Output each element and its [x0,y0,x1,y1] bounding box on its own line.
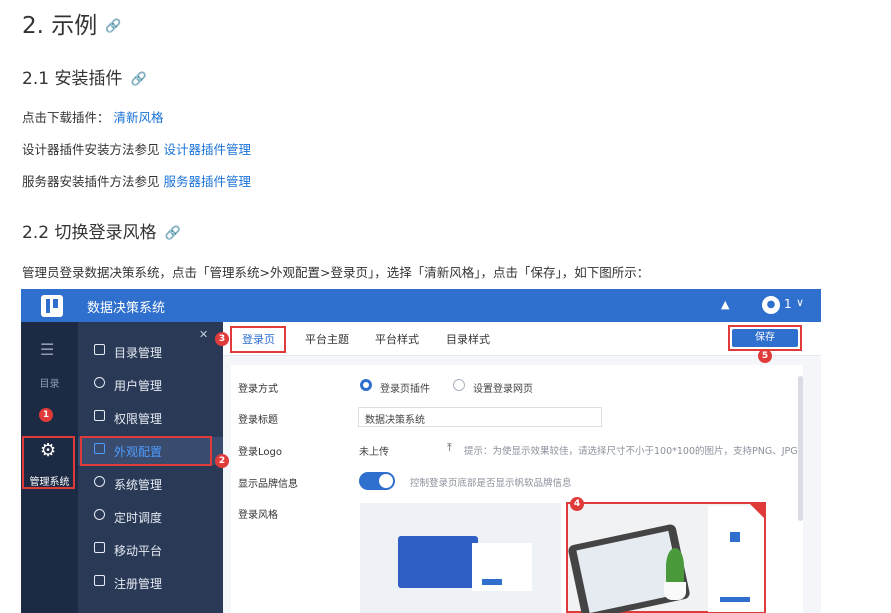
step-badge-1: 1 [39,408,53,422]
style-thumbnail-default[interactable] [360,503,561,613]
link-icon[interactable]: 🔗 [164,226,180,241]
nav-item-schedule[interactable]: 定时调度 [78,503,223,531]
option-web-label[interactable]: 设置登录网页 [473,380,533,395]
style-label: 登录风格 [238,510,278,521]
server-plugin-link[interactable]: 服务器插件管理 [164,174,252,189]
nav-label: 系统管理 [114,478,163,492]
catalog-label[interactable]: 目录 [21,375,78,390]
admin-nav: 目录管理 用户管理 权限管理 外观配置 系统管理 定时调度 移动平台 注册管理 … [78,322,229,613]
tab-catalog-style[interactable]: 目录样式 [446,331,490,347]
nav-item-appearance[interactable]: 外观配置 [78,436,223,466]
app-title: 数据决策系统 [87,301,166,316]
highlight-box-admin [22,436,75,489]
section-heading-text: 2. 示例 [22,13,98,39]
switch-heading: 2.2 切换登录风格 🔗 [22,218,181,243]
logo-hint: 提示：为使显示效果较佳，请选择尺寸不小于100*100的图片，支持PNG、JPG [464,446,798,457]
login-title-label: 登录标题 [238,415,278,426]
radio-plugin[interactable] [360,379,372,391]
login-form-preview [472,543,532,591]
step-badge-4: 4 [570,497,584,511]
instruction-paragraph: 管理员登录数据决策系统，点击「管理系统>外观配置>登录页」，选择「清新风格」，点… [22,265,650,280]
login-title-input[interactable]: 数据决策系统 [358,407,602,427]
radio-web[interactable] [453,379,465,391]
server-paragraph: 服务器安装插件方法参见 服务器插件管理 [22,171,251,190]
mobile-icon [94,542,105,553]
pin-icon[interactable]: ✕ [199,328,208,341]
step-badge-2: 2 [215,454,229,468]
step-badge-5: 5 [758,349,772,363]
selected-check-icon [750,504,764,518]
install-heading: 2.1 安装插件 🔗 [22,64,147,89]
upload-icon[interactable]: ⤒ [447,441,452,455]
section-heading: 2. 示例 🔗 [22,6,121,40]
login-button-preview [482,579,502,585]
config-tabs: 登录页 平台主题 平台样式 目录样式 3 保存 5 [215,322,821,363]
brand-toggle[interactable] [359,472,395,490]
designer-prefix: 设计器插件安装方法参见 [22,142,160,157]
nav-label: 定时调度 [114,511,163,525]
panel-scrollbar[interactable] [798,376,803,521]
link-icon[interactable]: 🔗 [105,19,121,34]
brand-label: 显示品牌信息 [238,479,298,490]
logo-label: 登录Logo [238,447,282,458]
nav-label: 移动平台 [114,544,163,558]
register-icon [94,575,105,586]
clock-icon [94,509,105,520]
highlight-box-save [728,325,802,351]
login-mode-label: 登录方式 [238,384,278,395]
bell-icon[interactable]: ▲ [721,298,729,311]
plant-image [666,548,684,584]
tab-platform-theme[interactable]: 平台主题 [305,331,349,347]
user-icon [94,377,105,388]
nav-item-registration[interactable]: 注册管理 [78,569,223,597]
tab-platform-style[interactable]: 平台样式 [375,331,419,347]
style-thumbnail-fresh[interactable] [566,502,766,613]
nav-label: 用户管理 [114,379,163,393]
app-leftbar: ☰ 目录 ⚙ 管理系统 1 [21,322,78,613]
tablet-image [398,536,478,588]
link-icon[interactable]: 🔗 [130,72,146,87]
server-prefix: 服务器安装插件方法参见 [22,174,160,189]
download-link[interactable]: 清新风格 [114,110,164,125]
gear-icon [94,476,105,487]
embedded-screenshot: 数据决策系统 ▲ ● 1 ∨ ☰ 目录 ⚙ 管理系统 1 目录管理 用户管理 权… [21,289,821,613]
catalog-icon [94,344,105,355]
highlight-box-appearance [80,436,212,466]
nav-label: 目录管理 [114,346,163,360]
logo-value: 未上传 [359,447,389,458]
nav-item-mobile[interactable]: 移动平台 [78,536,223,564]
step-badge-3: 3 [215,332,229,346]
lock-icon [94,410,105,421]
nav-item-permissions[interactable]: 权限管理 [78,404,223,432]
nav-item-catalog[interactable]: 目录管理 [78,338,223,366]
user-avatar-icon[interactable]: ● [762,296,780,314]
switch-heading-text: 2.2 切换登录风格 [22,223,157,243]
download-paragraph: 点击下载插件： 清新风格 [22,107,164,126]
nav-item-system[interactable]: 系统管理 [78,470,223,498]
download-prefix: 点击下载插件： [22,110,110,125]
nav-label: 权限管理 [114,412,163,426]
app-topbar: 数据决策系统 ▲ ● 1 ∨ [21,289,821,322]
user-count: 1 [784,297,792,311]
login-button-preview [720,597,750,602]
option-plugin-label[interactable]: 登录页插件 [380,380,430,395]
app-logo-icon [730,532,740,542]
app-logo-icon [41,295,63,317]
chevron-down-icon[interactable]: ∨ [796,296,804,309]
nav-item-users[interactable]: 用户管理 [78,371,223,399]
list-icon[interactable]: ☰ [40,340,54,359]
nav-label: 注册管理 [114,577,163,591]
login-settings-panel: 登录方式 登录页插件 设置登录网页 登录标题 数据决策系统 登录Logo 未上传… [231,365,803,613]
brand-hint: 控制登录页底部是否显示帆软品牌信息 [410,478,572,489]
highlight-box-login-tab [230,326,286,353]
designer-plugin-link[interactable]: 设计器插件管理 [164,142,252,157]
install-heading-text: 2.1 安装插件 [22,69,123,89]
pot-image [664,582,686,600]
designer-paragraph: 设计器插件安装方法参见 设计器插件管理 [22,139,251,158]
